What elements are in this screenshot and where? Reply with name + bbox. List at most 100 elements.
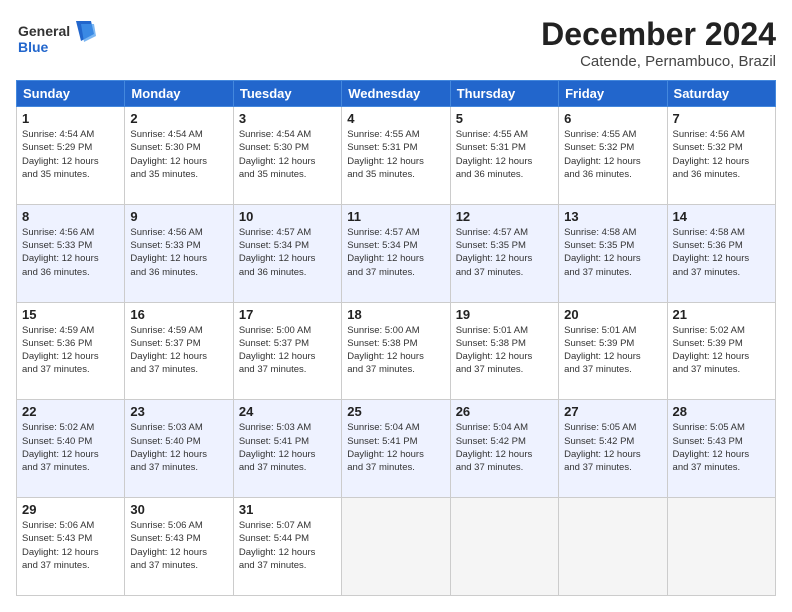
calendar-cell: 2Sunrise: 4:54 AM Sunset: 5:30 PM Daylig… <box>125 107 233 205</box>
main-title: December 2024 <box>541 16 776 53</box>
day-number: 23 <box>130 404 227 419</box>
day-number: 20 <box>564 307 661 322</box>
day-number: 28 <box>673 404 770 419</box>
day-info: Sunrise: 4:59 AM Sunset: 5:37 PM Dayligh… <box>130 324 227 377</box>
calendar-cell: 31 Sunrise: 5:07 AM Sunset: 5:44 PM Dayli… <box>233 498 341 596</box>
week-row-2: 8 Sunrise: 4:56 AM Sunset: 5:33 PM Daylig… <box>17 204 776 302</box>
day-info: Sunrise: 4:57 AM Sunset: 5:35 PM Dayligh… <box>456 226 553 279</box>
calendar-cell: 15 Sunrise: 4:59 AM Sunset: 5:36 PM Dayli… <box>17 302 125 400</box>
day-number: 14 <box>673 209 770 224</box>
calendar-cell: 4Sunrise: 4:55 AM Sunset: 5:31 PM Daylig… <box>342 107 450 205</box>
day-number: 9 <box>130 209 227 224</box>
day-info: Sunrise: 4:55 AM Sunset: 5:31 PM Dayligh… <box>347 128 444 181</box>
calendar-cell: 20 Sunrise: 5:01 AM Sunset: 5:39 PM Dayli… <box>559 302 667 400</box>
day-info: Sunrise: 5:03 AM Sunset: 5:40 PM Dayligh… <box>130 421 227 474</box>
day-number: 13 <box>564 209 661 224</box>
day-number: 31 <box>239 502 336 517</box>
calendar-cell: 5Sunrise: 4:55 AM Sunset: 5:31 PM Daylig… <box>450 107 558 205</box>
day-info: Sunrise: 5:01 AM Sunset: 5:39 PM Dayligh… <box>564 324 661 377</box>
day-info: Sunrise: 4:56 AM Sunset: 5:33 PM Dayligh… <box>130 226 227 279</box>
calendar-cell: 23 Sunrise: 5:03 AM Sunset: 5:40 PM Dayli… <box>125 400 233 498</box>
col-sunday: Sunday <box>17 81 125 107</box>
week-row-4: 22Sunrise: 5:02 AM Sunset: 5:40 PM Dayli… <box>17 400 776 498</box>
day-info: Sunrise: 4:55 AM Sunset: 5:32 PM Dayligh… <box>564 128 661 181</box>
col-thursday: Thursday <box>450 81 558 107</box>
day-info: Sunrise: 5:01 AM Sunset: 5:38 PM Dayligh… <box>456 324 553 377</box>
title-area: December 2024 Catende, Pernambuco, Brazi… <box>541 16 776 70</box>
day-number: 8 <box>22 209 119 224</box>
svg-text:Blue: Blue <box>18 39 49 55</box>
day-info: Sunrise: 5:02 AM Sunset: 5:39 PM Dayligh… <box>673 324 770 377</box>
col-saturday: Saturday <box>667 81 775 107</box>
day-number: 12 <box>456 209 553 224</box>
day-number: 26 <box>456 404 553 419</box>
calendar-cell: 24 Sunrise: 5:03 AM Sunset: 5:41 PM Dayli… <box>233 400 341 498</box>
day-number: 16 <box>130 307 227 322</box>
col-wednesday: Wednesday <box>342 81 450 107</box>
day-number: 18 <box>347 307 444 322</box>
day-number: 5 <box>456 111 553 126</box>
logo: General Blue <box>16 16 96 66</box>
day-number: 25 <box>347 404 444 419</box>
week-row-5: 29 Sunrise: 5:06 AM Sunset: 5:43 PM Dayli… <box>17 498 776 596</box>
calendar-cell: 8 Sunrise: 4:56 AM Sunset: 5:33 PM Daylig… <box>17 204 125 302</box>
calendar-cell: 9 Sunrise: 4:56 AM Sunset: 5:33 PM Daylig… <box>125 204 233 302</box>
calendar-cell <box>667 498 775 596</box>
header: General Blue December 2024 Catende, Pern… <box>16 16 776 70</box>
day-number: 29 <box>22 502 119 517</box>
day-info: Sunrise: 4:56 AM Sunset: 5:33 PM Dayligh… <box>22 226 119 279</box>
calendar-cell: 13Sunrise: 4:58 AM Sunset: 5:35 PM Dayli… <box>559 204 667 302</box>
day-info: Sunrise: 4:56 AM Sunset: 5:32 PM Dayligh… <box>673 128 770 181</box>
day-number: 7 <box>673 111 770 126</box>
day-info: Sunrise: 4:59 AM Sunset: 5:36 PM Dayligh… <box>22 324 119 377</box>
day-number: 17 <box>239 307 336 322</box>
calendar-cell: 19 Sunrise: 5:01 AM Sunset: 5:38 PM Dayli… <box>450 302 558 400</box>
calendar-header-row: Sunday Monday Tuesday Wednesday Thursday… <box>17 81 776 107</box>
day-number: 15 <box>22 307 119 322</box>
day-number: 21 <box>673 307 770 322</box>
day-info: Sunrise: 4:57 AM Sunset: 5:34 PM Dayligh… <box>347 226 444 279</box>
day-number: 1 <box>22 111 119 126</box>
day-info: Sunrise: 5:05 AM Sunset: 5:43 PM Dayligh… <box>673 421 770 474</box>
day-info: Sunrise: 5:06 AM Sunset: 5:43 PM Dayligh… <box>22 519 119 572</box>
day-info: Sunrise: 4:54 AM Sunset: 5:30 PM Dayligh… <box>239 128 336 181</box>
day-number: 3 <box>239 111 336 126</box>
calendar-cell: 22Sunrise: 5:02 AM Sunset: 5:40 PM Dayli… <box>17 400 125 498</box>
calendar-cell: 26 Sunrise: 5:04 AM Sunset: 5:42 PM Dayli… <box>450 400 558 498</box>
calendar-cell: 29 Sunrise: 5:06 AM Sunset: 5:43 PM Dayli… <box>17 498 125 596</box>
day-info: Sunrise: 5:05 AM Sunset: 5:42 PM Dayligh… <box>564 421 661 474</box>
col-monday: Monday <box>125 81 233 107</box>
day-info: Sunrise: 4:54 AM Sunset: 5:29 PM Dayligh… <box>22 128 119 181</box>
calendar-cell <box>559 498 667 596</box>
svg-text:General: General <box>18 23 70 39</box>
week-row-3: 15 Sunrise: 4:59 AM Sunset: 5:36 PM Dayli… <box>17 302 776 400</box>
calendar-cell <box>342 498 450 596</box>
col-tuesday: Tuesday <box>233 81 341 107</box>
day-number: 6 <box>564 111 661 126</box>
calendar-cell: 1 Sunrise: 4:54 AM Sunset: 5:29 PM Daylig… <box>17 107 125 205</box>
day-info: Sunrise: 5:04 AM Sunset: 5:42 PM Dayligh… <box>456 421 553 474</box>
day-number: 10 <box>239 209 336 224</box>
calendar-table: Sunday Monday Tuesday Wednesday Thursday… <box>16 80 776 596</box>
calendar-cell: 10 Sunrise: 4:57 AM Sunset: 5:34 PM Dayli… <box>233 204 341 302</box>
day-info: Sunrise: 5:00 AM Sunset: 5:38 PM Dayligh… <box>347 324 444 377</box>
calendar-cell: 25Sunrise: 5:04 AM Sunset: 5:41 PM Dayli… <box>342 400 450 498</box>
day-number: 2 <box>130 111 227 126</box>
calendar-cell: 11 Sunrise: 4:57 AM Sunset: 5:34 PM Dayli… <box>342 204 450 302</box>
calendar-cell: 14Sunrise: 4:58 AM Sunset: 5:36 PM Dayli… <box>667 204 775 302</box>
calendar-cell: 7 Sunrise: 4:56 AM Sunset: 5:32 PM Daylig… <box>667 107 775 205</box>
day-number: 24 <box>239 404 336 419</box>
week-row-1: 1 Sunrise: 4:54 AM Sunset: 5:29 PM Daylig… <box>17 107 776 205</box>
day-number: 27 <box>564 404 661 419</box>
calendar-cell: 21 Sunrise: 5:02 AM Sunset: 5:39 PM Dayli… <box>667 302 775 400</box>
day-info: Sunrise: 4:57 AM Sunset: 5:34 PM Dayligh… <box>239 226 336 279</box>
calendar-cell: 6 Sunrise: 4:55 AM Sunset: 5:32 PM Daylig… <box>559 107 667 205</box>
sub-title: Catende, Pernambuco, Brazil <box>541 53 776 70</box>
day-number: 11 <box>347 209 444 224</box>
day-info: Sunrise: 5:07 AM Sunset: 5:44 PM Dayligh… <box>239 519 336 572</box>
day-number: 19 <box>456 307 553 322</box>
day-info: Sunrise: 5:00 AM Sunset: 5:37 PM Dayligh… <box>239 324 336 377</box>
day-info: Sunrise: 5:06 AM Sunset: 5:43 PM Dayligh… <box>130 519 227 572</box>
col-friday: Friday <box>559 81 667 107</box>
day-info: Sunrise: 5:03 AM Sunset: 5:41 PM Dayligh… <box>239 421 336 474</box>
